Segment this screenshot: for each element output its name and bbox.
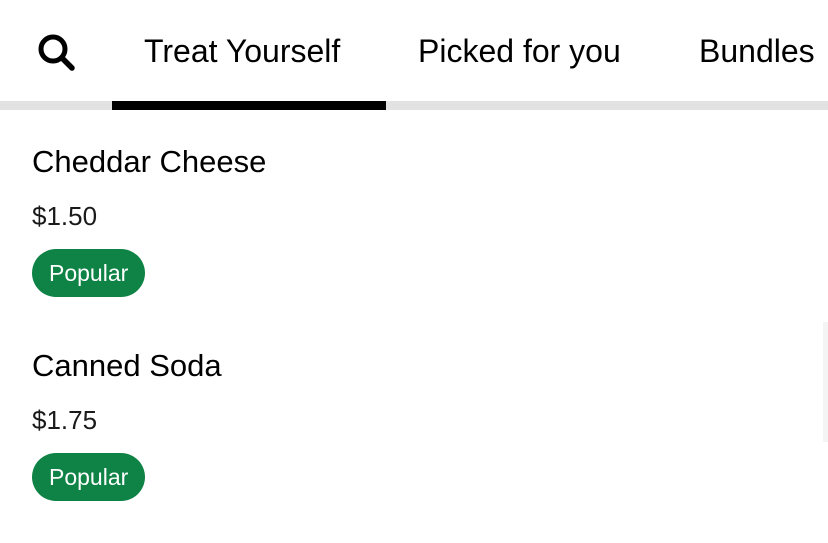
tab-bundles[interactable]: Bundles <box>699 28 815 74</box>
active-tab-indicator <box>112 101 386 110</box>
search-icon <box>38 34 75 71</box>
category-tab-bar: Treat Yourself Picked for you Bundles <box>0 0 828 110</box>
popular-badge: Popular <box>32 453 146 501</box>
item-price: $1.50 <box>32 201 98 231</box>
tab-treat-yourself[interactable]: Treat Yourself <box>144 28 340 74</box>
item-name: Canned Soda <box>32 348 222 383</box>
tab-picked-for-you[interactable]: Picked for you <box>418 28 621 74</box>
popular-badge: Popular <box>32 249 146 297</box>
item-price: $1.75 <box>32 405 98 435</box>
item-name: Cheddar Cheese <box>32 144 267 179</box>
item-image-edge <box>823 322 828 442</box>
search-button[interactable] <box>30 26 82 78</box>
